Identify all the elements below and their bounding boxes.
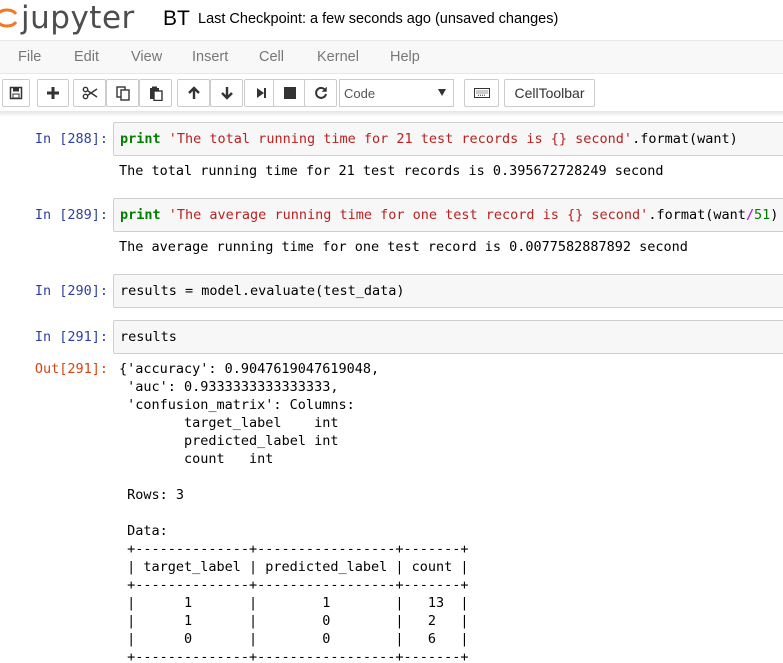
cell-output: The total running time for 21 test recor… xyxy=(119,163,664,179)
plus-icon xyxy=(47,87,59,99)
input-prompt: In [288]: xyxy=(34,131,108,147)
menu-help[interactable]: Help xyxy=(390,49,420,65)
copy-button[interactable] xyxy=(106,79,139,107)
logo-text: jupyter xyxy=(21,0,135,36)
scissors-icon xyxy=(82,86,97,100)
code-input[interactable]: print 'The total running time for 21 tes… xyxy=(113,122,783,156)
cell-type-value: Code xyxy=(344,86,376,101)
toolbar: Code CellToolbar xyxy=(0,75,783,111)
code-text: print 'The average running time for one … xyxy=(120,207,779,223)
code-input[interactable]: results = model.evaluate(test_data) xyxy=(113,274,783,308)
move-cell-up-button[interactable] xyxy=(177,79,210,107)
code-input[interactable]: results xyxy=(113,320,783,354)
code-text: results xyxy=(120,329,177,345)
output-prompt: Out[291]: xyxy=(34,361,108,377)
command-palette-button[interactable] xyxy=(464,79,499,107)
menubar: File Edit View Insert Cell Kernel Help xyxy=(0,40,783,74)
notebook-name[interactable]: BT xyxy=(163,7,190,31)
paste-icon xyxy=(149,86,163,101)
insert-cell-button[interactable] xyxy=(37,79,69,107)
keyboard-icon xyxy=(473,88,490,98)
copy-icon xyxy=(115,85,130,101)
cut-button[interactable] xyxy=(73,79,106,107)
move-cell-down-button[interactable] xyxy=(210,79,243,107)
cell-output: {'accuracy': 0.9047619047619048, 'auc': … xyxy=(119,361,469,663)
menu-edit[interactable]: Edit xyxy=(74,49,99,65)
restart-kernel-button[interactable] xyxy=(304,79,337,107)
input-prompt: In [291]: xyxy=(34,329,108,345)
cell-type-select[interactable]: Code xyxy=(339,79,454,107)
arrow-down-icon xyxy=(220,87,233,100)
jupyter-logo[interactable]: jupyter xyxy=(0,0,135,38)
code-text: print 'The total running time for 21 tes… xyxy=(120,131,738,147)
save-button[interactable] xyxy=(2,79,30,107)
input-prompt: In [289]: xyxy=(34,207,108,223)
step-forward-icon xyxy=(256,88,266,98)
checkpoint-status: Last Checkpoint: a few seconds ago (unsa… xyxy=(198,11,559,27)
menu-cell[interactable]: Cell xyxy=(259,49,284,65)
cell-output: The average running time for one test re… xyxy=(119,239,688,255)
stop-icon xyxy=(283,87,296,99)
input-prompt: In [290]: xyxy=(34,283,108,299)
chevron-down-icon xyxy=(438,89,446,96)
toolbar-shadow xyxy=(0,111,783,117)
menu-kernel[interactable]: Kernel xyxy=(317,49,359,65)
code-input[interactable]: print 'The average running time for one … xyxy=(113,198,783,232)
code-text: results = model.evaluate(test_data) xyxy=(120,283,405,299)
menu-view[interactable]: View xyxy=(131,49,162,65)
arrow-up-icon xyxy=(187,86,200,99)
header: jupyter BT Last Checkpoint: a few second… xyxy=(0,0,783,40)
celltoolbar-button[interactable]: CellToolbar xyxy=(504,79,595,107)
menu-insert[interactable]: Insert xyxy=(192,49,228,65)
interrupt-kernel-button[interactable] xyxy=(273,79,306,107)
paste-button[interactable] xyxy=(139,79,172,107)
jupyter-logo-icon xyxy=(0,8,18,28)
save-icon xyxy=(9,86,23,100)
menu-file[interactable]: File xyxy=(18,49,41,65)
refresh-icon xyxy=(314,86,327,99)
